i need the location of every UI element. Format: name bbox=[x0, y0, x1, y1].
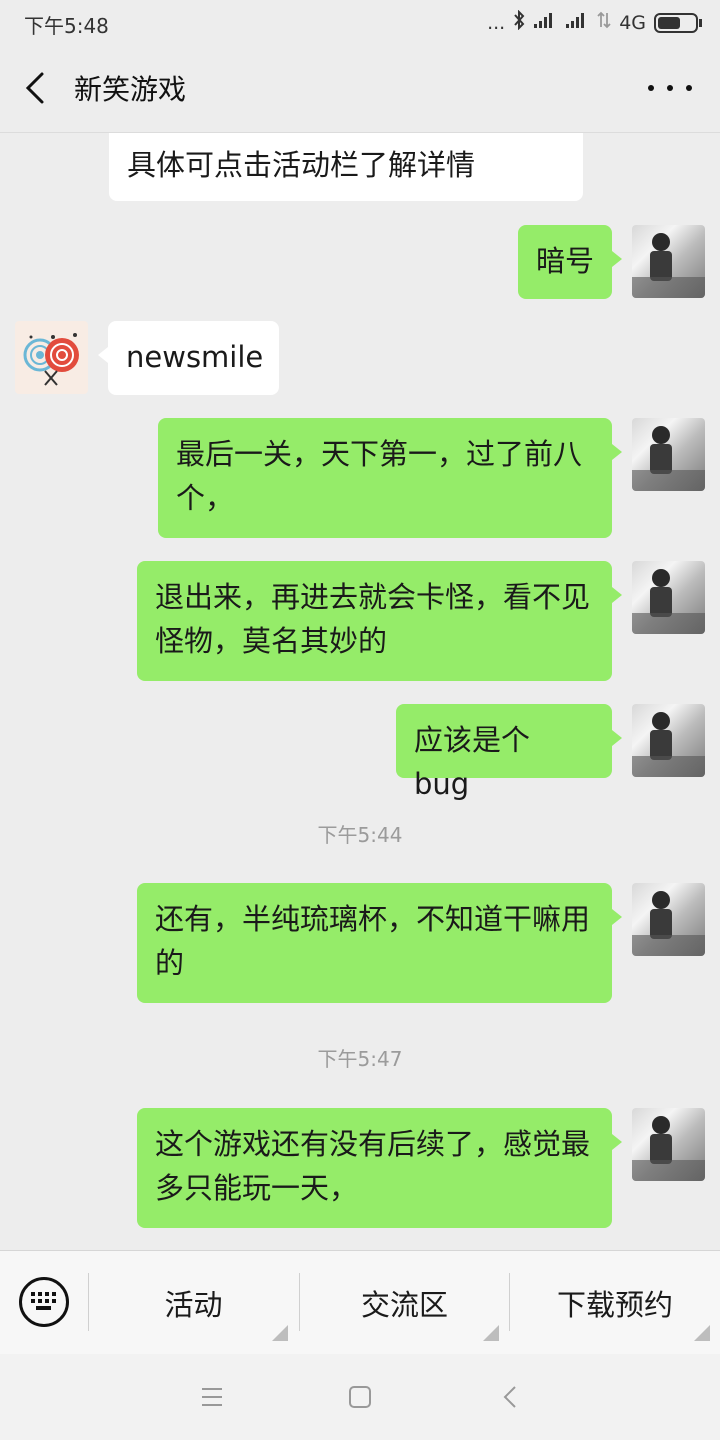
message-bubble-sent[interactable]: 退出来，再进去就会卡怪，看不见怪物，莫名其妙的 bbox=[137, 561, 622, 681]
message-bubble-sent[interactable]: 最后一关，天下第一，过了前八个， bbox=[158, 418, 622, 538]
back-nav-icon[interactable] bbox=[500, 1384, 520, 1410]
my-avatar[interactable] bbox=[632, 561, 705, 634]
bottom-menu-bar: 活动 交流区 下载预约 bbox=[0, 1250, 720, 1355]
dot-icon bbox=[667, 85, 673, 91]
network-type: 4G bbox=[619, 11, 646, 34]
submenu-indicator-icon bbox=[483, 1325, 499, 1341]
message-bubble-sent[interactable]: 应该是个 bug bbox=[396, 704, 622, 801]
keyboard-icon bbox=[31, 1292, 56, 1310]
message-text: 退出来，再进去就会卡怪，看不见怪物，莫名其妙的 bbox=[155, 580, 591, 658]
submenu-indicator-icon bbox=[272, 1325, 288, 1341]
timestamp: 下午5:44 bbox=[317, 823, 403, 847]
menu-item-community[interactable]: 交流区 bbox=[300, 1251, 509, 1355]
chevron-left-icon bbox=[25, 72, 44, 104]
message-bubble-sent[interactable]: 暗号 bbox=[518, 225, 622, 299]
message-text: 最后一关，天下第一，过了前八个， bbox=[176, 437, 583, 515]
message-text: 这个游戏还有没有后续了，感觉最多只能玩一天， bbox=[155, 1127, 591, 1205]
home-icon[interactable] bbox=[348, 1385, 372, 1409]
message-bubble-sent[interactable]: 还有，半纯琉璃杯，不知道干嘛用的 bbox=[137, 883, 622, 1003]
timestamp: 下午5:47 bbox=[317, 1047, 403, 1071]
my-avatar[interactable] bbox=[632, 704, 705, 777]
status-time: 下午5:48 bbox=[24, 14, 109, 38]
back-button[interactable] bbox=[18, 66, 58, 110]
menu-item-label: 下载预约 bbox=[556, 1288, 673, 1322]
message-text: 还有，半纯琉璃杯，不知道干嘛用的 bbox=[155, 902, 591, 980]
bluetooth-icon bbox=[513, 9, 525, 35]
chat-header: 新笑游戏 bbox=[0, 44, 720, 133]
dot-icon bbox=[686, 85, 692, 91]
my-avatar[interactable] bbox=[632, 883, 705, 956]
status-icons: ... 4G bbox=[487, 9, 702, 35]
my-avatar[interactable] bbox=[632, 225, 705, 298]
signal-icon bbox=[533, 11, 557, 34]
message-bubble-received[interactable]: newsmile bbox=[98, 321, 279, 395]
keyboard-toggle-button[interactable] bbox=[19, 1277, 69, 1327]
message-text: 暗号 bbox=[536, 244, 595, 278]
signal-icon-2 bbox=[565, 11, 589, 34]
more-options-button[interactable] bbox=[648, 66, 692, 110]
data-transfer-icon bbox=[597, 11, 611, 34]
menu-icon[interactable] bbox=[200, 1386, 224, 1408]
submenu-indicator-icon bbox=[694, 1325, 710, 1341]
menu-item-download-reserve[interactable]: 下载预约 bbox=[510, 1251, 720, 1355]
more-dots-icon: ... bbox=[487, 11, 506, 34]
menu-item-label: 活动 bbox=[164, 1288, 223, 1322]
message-bubble-received[interactable]: 具体可点击活动栏了解详情 bbox=[109, 133, 583, 201]
message-bubble-sent[interactable]: 这个游戏还有没有后续了，感觉最多只能玩一天， bbox=[137, 1108, 622, 1228]
my-avatar[interactable] bbox=[632, 418, 705, 491]
bot-avatar[interactable] bbox=[15, 321, 88, 394]
message-text: newsmile bbox=[126, 340, 264, 374]
system-nav-bar bbox=[0, 1354, 720, 1440]
chat-area[interactable]: 具体可点击活动栏了解详情 暗号 newsmile 最后一关，天下第一，过了前八个… bbox=[0, 133, 720, 1250]
chat-title: 新笑游戏 bbox=[74, 73, 187, 106]
lollipop-logo-icon bbox=[23, 333, 79, 386]
menu-item-label: 交流区 bbox=[360, 1288, 448, 1322]
status-bar: 下午5:48 ... 4G bbox=[0, 0, 720, 44]
battery-icon bbox=[654, 12, 702, 33]
my-avatar[interactable] bbox=[632, 1108, 705, 1181]
menu-item-activity[interactable]: 活动 bbox=[89, 1251, 298, 1355]
message-text: 应该是个 bug bbox=[414, 723, 531, 801]
dot-icon bbox=[648, 85, 654, 91]
message-text: 具体可点击活动栏了解详情 bbox=[127, 148, 476, 182]
